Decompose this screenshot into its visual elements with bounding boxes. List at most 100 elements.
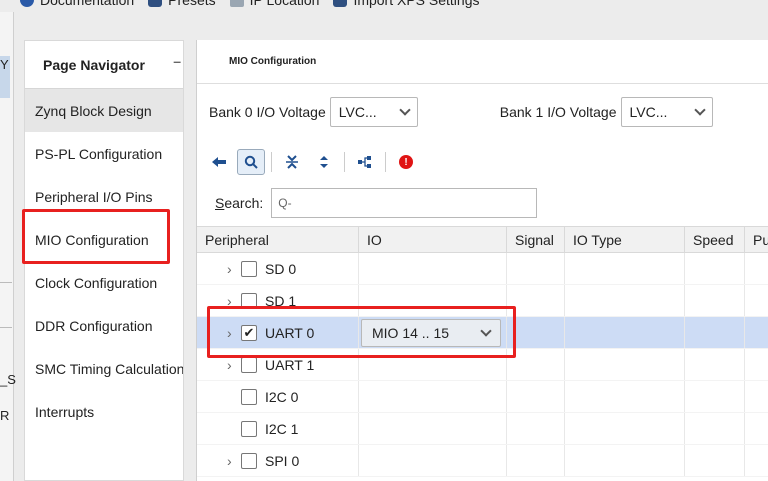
expand-chevron-icon[interactable]: › <box>227 357 237 373</box>
expand-chevron-icon[interactable]: › <box>227 453 237 469</box>
peripheral-cell: I2C 0 <box>197 381 359 412</box>
io-type-cell <box>565 253 685 284</box>
documentation-button[interactable]: Documentation <box>20 0 134 8</box>
peripheral-checkbox[interactable] <box>241 356 257 373</box>
error-icon: ! <box>399 155 413 169</box>
expand-chevron-icon[interactable]: › <box>227 325 237 341</box>
peripheral-cell: › ✔ UART 0 <box>197 317 359 348</box>
io-type-cell <box>565 349 685 380</box>
peripheral-checkbox[interactable] <box>241 388 257 405</box>
table-row[interactable]: › SD 1 <box>197 285 768 317</box>
search-label-mnemonic: S <box>215 195 225 211</box>
nav-item-interrupts[interactable]: Interrupts <box>25 390 183 433</box>
nav-item-label: Clock Configuration <box>35 274 158 291</box>
peripheral-checkbox[interactable] <box>241 452 257 469</box>
table-row[interactable]: › UART 1 <box>197 349 768 381</box>
hierarchy-button[interactable] <box>351 149 379 175</box>
peripheral-cell: › SD 0 <box>197 253 359 284</box>
io-cell <box>359 445 507 476</box>
io-type-cell <box>565 285 685 316</box>
search-toggle-button[interactable] <box>237 149 265 175</box>
table-row[interactable]: › ✔ UART 0 MIO 14 .. 15 <box>197 317 768 349</box>
table-row[interactable]: I2C 0 <box>197 381 768 413</box>
chevron-down-icon <box>399 104 411 116</box>
expand-chevron-icon[interactable]: › <box>227 293 237 309</box>
peripheral-name: SD 0 <box>265 260 297 277</box>
expand-all-button[interactable] <box>310 149 338 175</box>
presets-label: Presets <box>168 0 216 8</box>
search-icon <box>244 155 258 169</box>
pullup-cell <box>745 285 768 316</box>
peripheral-checkbox[interactable]: ✔ <box>241 324 257 341</box>
ip-location-button[interactable]: IP Location <box>229 0 320 8</box>
io-type-cell <box>565 317 685 348</box>
io-cell: MIO 14 .. 15 <box>359 317 507 348</box>
nav-item-mio-configuration[interactable]: MIO Configuration <box>25 218 183 261</box>
table-row[interactable]: › SPI 0 <box>197 445 768 477</box>
bank-voltage-row: Bank 0 I/O Voltage LVC... Bank 1 I/O Vol… <box>209 97 713 127</box>
chevron-down-icon <box>480 324 492 337</box>
minimize-icon[interactable]: – <box>173 53 181 69</box>
io-cell <box>359 285 507 316</box>
nav-item-clock-configuration[interactable]: Clock Configuration <box>25 261 183 304</box>
page-navigator-header: Page Navigator – <box>25 41 183 89</box>
signal-cell <box>507 317 565 348</box>
table-toolbar: ! <box>205 148 420 176</box>
column-header-io-type[interactable]: IO Type <box>565 227 685 252</box>
speed-cell <box>685 317 745 348</box>
presets-button[interactable]: Presets <box>148 0 216 8</box>
signal-cell <box>507 253 565 284</box>
pullup-cell <box>745 349 768 380</box>
expand-chevron-icon[interactable]: › <box>227 261 237 277</box>
peripheral-checkbox[interactable] <box>241 420 257 437</box>
column-header-pullup[interactable]: Pu <box>745 227 768 252</box>
collapse-all-icon <box>286 155 298 169</box>
nav-item-ddr-configuration[interactable]: DDR Configuration <box>25 304 183 347</box>
import-xps-button[interactable]: Import XPS Settings <box>333 0 480 8</box>
gear-icon <box>333 0 348 7</box>
io-cell <box>359 413 507 444</box>
search-label-text: earch: <box>224 195 264 211</box>
io-select[interactable]: MIO 14 .. 15 <box>361 318 501 347</box>
peripheral-name: I2C 1 <box>265 420 299 437</box>
divider <box>0 282 12 283</box>
table-row[interactable]: I2C 1 <box>197 413 768 445</box>
peripheral-checkbox[interactable] <box>241 292 257 309</box>
back-button[interactable] <box>205 149 233 175</box>
collapse-all-button[interactable] <box>278 149 306 175</box>
top-toolbar: Documentation Presets IP Location Import… <box>0 0 768 12</box>
speed-cell <box>685 381 745 412</box>
peripheral-cell: › UART 1 <box>197 349 359 380</box>
nav-item-zynq-block-design[interactable]: Zynq Block Design <box>25 89 183 132</box>
bank0-voltage-label: Bank 0 I/O Voltage <box>209 104 326 120</box>
column-header-signal[interactable]: Signal <box>507 227 565 252</box>
peripheral-cell: I2C 1 <box>197 413 359 444</box>
bank0-voltage-select[interactable]: LVC... <box>329 97 418 127</box>
nav-item-label: Interrupts <box>35 403 95 420</box>
pullup-cell <box>745 381 768 412</box>
hierarchy-icon <box>358 156 371 168</box>
column-header-speed[interactable]: Speed <box>685 227 745 252</box>
signal-cell <box>507 413 565 444</box>
nav-item-ps-pl-configuration[interactable]: PS-PL Configuration <box>25 132 183 175</box>
column-header-io[interactable]: IO <box>359 227 507 252</box>
column-header-peripheral[interactable]: Peripheral <box>197 227 359 252</box>
bank1-voltage-select[interactable]: LVC... <box>620 97 713 127</box>
speed-cell <box>685 349 745 380</box>
search-label: Search: <box>215 195 263 211</box>
io-type-cell <box>565 445 685 476</box>
search-placeholder: Q- <box>278 196 292 210</box>
mio-table: Peripheral IO Signal IO Type Speed Pu › S… <box>197 226 768 477</box>
signal-cell <box>507 381 565 412</box>
expand-all-icon <box>320 156 328 168</box>
ip-location-label: IP Location <box>249 0 320 8</box>
signal-cell <box>507 445 565 476</box>
nav-item-peripheral-io-pins[interactable]: Peripheral I/O Pins <box>25 175 183 218</box>
peripheral-checkbox[interactable] <box>241 260 257 277</box>
search-input[interactable]: Q- <box>271 188 538 218</box>
nav-item-smc-timing-calculation[interactable]: SMC Timing Calculation <box>25 347 183 390</box>
table-body: › SD 0 › SD 1 › ✔ UART 0 MIO 14 .. 15 › UART 1 I2C… <box>197 253 768 477</box>
errors-button[interactable]: ! <box>392 149 420 175</box>
table-row[interactable]: › SD 0 <box>197 253 768 285</box>
documentation-label: Documentation <box>40 0 135 8</box>
